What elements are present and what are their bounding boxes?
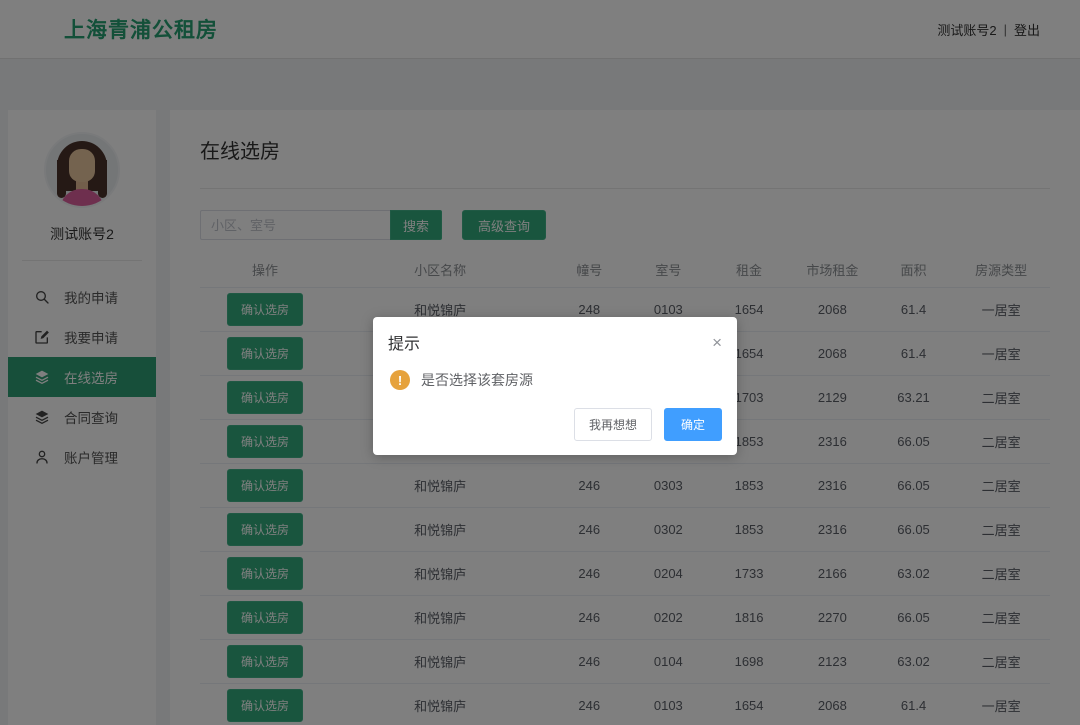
message-box: 提示 × ! 是否选择该套房源 我再想想 确定	[373, 317, 737, 455]
modal-title: 提示	[388, 330, 420, 354]
confirm-button[interactable]: 确定	[664, 408, 722, 441]
warning-icon: !	[390, 370, 410, 390]
close-icon[interactable]: ×	[712, 334, 722, 351]
modal-message: 是否选择该套房源	[421, 370, 533, 390]
cancel-button[interactable]: 我再想想	[574, 408, 652, 441]
